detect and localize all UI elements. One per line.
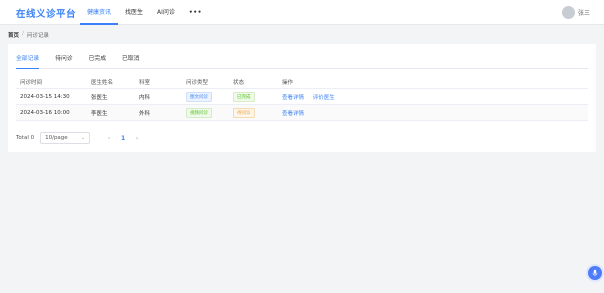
column-header-dept: 科室 — [139, 80, 151, 86]
cell-type: 视频问诊 — [182, 107, 229, 118]
view-details-link[interactable]: 查看详情 — [282, 111, 304, 117]
cell-time: 2024-03-16 10:00 — [20, 109, 70, 116]
tab-pending[interactable]: 待问诊 — [47, 54, 80, 68]
table-header-row: 问诊时间 医生姓名 科室 问诊类型 状态 操作 — [16, 76, 588, 89]
column-header-status: 状态 — [233, 80, 245, 86]
next-page-button[interactable]: › — [133, 135, 141, 142]
breadcrumb-current: 问诊记录 — [26, 33, 49, 39]
main-nav: 健康资讯 找医生 AI问诊 ••• — [80, 0, 209, 25]
cell-actions: 查看详情 — [278, 109, 398, 117]
rate-doctor-link[interactable]: 评价医生 — [313, 95, 335, 101]
nav-item-health-news[interactable]: 健康资讯 — [80, 0, 119, 25]
page-number-button[interactable]: 1 — [119, 135, 127, 142]
avatar[interactable] — [561, 6, 575, 19]
cell-status: 已完成 — [229, 91, 278, 102]
records-table: 问诊时间 医生姓名 科室 问诊类型 状态 操作 2024-03-15 14:30… — [16, 76, 588, 121]
app-logo-title[interactable]: 在线义诊平台 — [16, 6, 76, 20]
pagination-total: Total 0 — [16, 135, 35, 141]
cell-type: 图文问诊 — [182, 91, 229, 102]
status-badge: 已完成 — [233, 91, 255, 102]
cell-time: 2024-03-15 14:30 — [20, 93, 70, 100]
user-name[interactable]: 张三 — [578, 8, 590, 17]
cell-dept: 外科 — [139, 110, 151, 117]
cell-status: 待问诊 — [229, 107, 278, 118]
breadcrumb: 首页 / 问诊记录 — [8, 31, 49, 39]
consultation-records-card: 全部记录 待问诊 已完成 已取消 问诊时间 医生姓名 科室 问诊类型 状态 操作… — [8, 44, 596, 152]
consult-type-badge: 视频问诊 — [186, 107, 212, 118]
breadcrumb-separator: / — [22, 31, 24, 37]
more-icon[interactable]: ••• — [182, 0, 209, 25]
microphone-icon — [592, 269, 598, 277]
column-header-type: 问诊类型 — [186, 80, 209, 86]
top-header: 在线义诊平台 健康资讯 找医生 AI问诊 ••• 张三 — [0, 0, 604, 25]
consult-type-badge: 图文问诊 — [186, 91, 212, 102]
tab-completed[interactable]: 已完成 — [81, 54, 114, 68]
cell-doctor: 李医生 — [91, 110, 108, 117]
page-size-select[interactable]: 10/page ⌄ — [40, 132, 91, 144]
pagination: Total 0 10/page ⌄ ‹ 1 › — [16, 132, 141, 144]
prev-page-button[interactable]: ‹ — [105, 135, 113, 142]
table-row: 2024-03-15 14:30 张医生 内科 图文问诊 已完成 查看详情 评价… — [16, 89, 588, 105]
page-size-value: 10/page — [45, 135, 68, 141]
tab-cancelled[interactable]: 已取消 — [114, 54, 147, 68]
table-row: 2024-03-16 10:00 李医生 外科 视频问诊 待问诊 查看详情 — [16, 105, 588, 121]
column-header-doctor: 医生姓名 — [91, 80, 114, 86]
user-menu[interactable]: 张三 — [561, 6, 590, 19]
nav-item-find-doctor[interactable]: 找医生 — [118, 0, 150, 25]
cell-doctor: 张医生 — [91, 94, 108, 101]
column-header-time: 问诊时间 — [20, 80, 43, 86]
breadcrumb-home[interactable]: 首页 — [8, 31, 19, 39]
record-tabs: 全部记录 待问诊 已完成 已取消 — [16, 54, 588, 69]
cell-dept: 内科 — [139, 94, 151, 101]
view-details-link[interactable]: 查看详情 — [282, 95, 304, 101]
status-badge: 待问诊 — [233, 107, 255, 118]
tab-all-records[interactable]: 全部记录 — [16, 54, 47, 69]
cell-actions: 查看详情 评价医生 — [278, 93, 398, 101]
chevron-down-icon: ⌄ — [80, 135, 86, 141]
nav-item-ai-consult[interactable]: AI问诊 — [150, 0, 182, 25]
voice-assistant-button[interactable] — [588, 266, 602, 280]
column-header-actions: 操作 — [282, 80, 294, 86]
